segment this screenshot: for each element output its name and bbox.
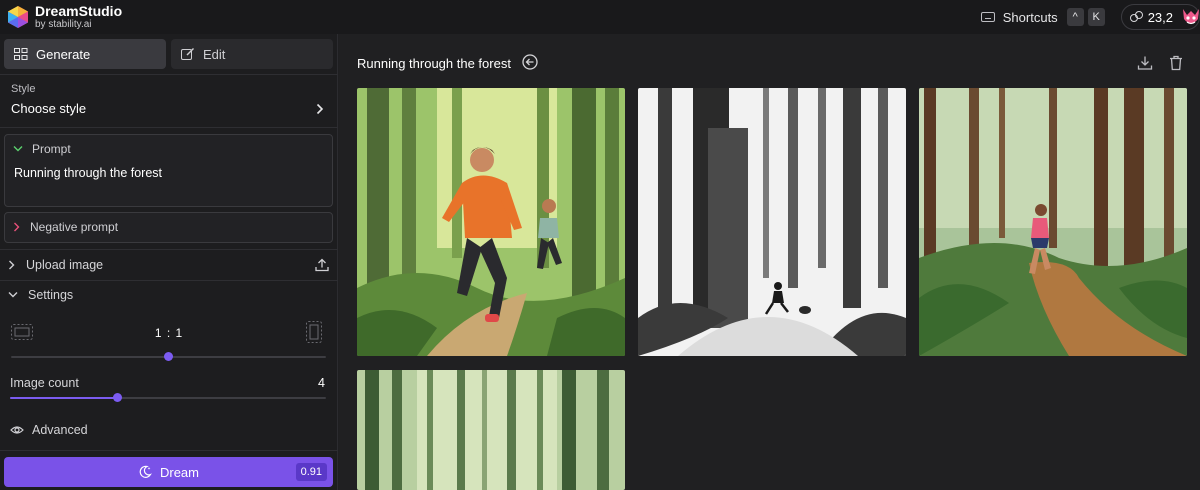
prompt-input[interactable]: Running through the forest (14, 166, 162, 180)
dreamstudio-logo-icon (8, 6, 28, 28)
generated-image-3-art (919, 88, 1187, 356)
aspect-ratio-slider-thumb[interactable] (164, 352, 173, 361)
negative-prompt-label: Negative prompt (30, 220, 119, 234)
edit-icon (181, 48, 194, 60)
chevron-right-icon (14, 222, 20, 232)
generated-image-4[interactable] (357, 370, 625, 490)
style-value: Choose style (11, 101, 87, 116)
coins-icon (1129, 11, 1144, 23)
top-bar: DreamStudio by stability.ai Shortcuts ^ … (0, 0, 1200, 34)
divider (0, 450, 338, 451)
prompt-panel: Prompt Running through the forest (4, 134, 333, 207)
negative-prompt-panel[interactable]: Negative prompt (4, 212, 333, 243)
tab-edit-label: Edit (203, 46, 226, 62)
avatar[interactable] (1179, 6, 1200, 30)
upload-icon[interactable] (315, 258, 329, 272)
grid-icon (14, 48, 28, 60)
generated-image-2-art (638, 88, 906, 356)
moon-icon (139, 465, 152, 478)
app-subtitle: by stability.ai (35, 19, 92, 30)
generation-title: Running through the forest (357, 56, 511, 71)
back-arrow-icon[interactable] (522, 54, 538, 70)
tab-generate-label: Generate (36, 46, 91, 62)
generated-image-2[interactable] (638, 88, 906, 356)
chevron-down-icon (8, 292, 18, 298)
credits-value: 23,2 (1147, 9, 1173, 25)
style-label: Style (11, 83, 36, 95)
shortcuts-button[interactable]: Shortcuts (1003, 10, 1058, 25)
generated-image-1-art (357, 88, 625, 356)
trash-icon[interactable] (1169, 55, 1183, 71)
generated-image-1[interactable] (357, 88, 625, 356)
app-logo[interactable]: DreamStudio by stability.ai (6, 4, 122, 30)
style-selector[interactable]: Style Choose style (0, 76, 338, 126)
upload-image-label: Upload image (26, 258, 104, 272)
shortcut-key-k: K (1087, 8, 1105, 26)
image-count-slider-thumb[interactable] (112, 393, 122, 402)
negative-prompt-toggle[interactable]: Negative prompt (13, 220, 118, 234)
tab-edit[interactable]: Edit (171, 39, 333, 69)
portrait-aspect-icon[interactable] (306, 321, 322, 343)
divider (0, 249, 338, 250)
advanced-label: Advanced (32, 423, 88, 437)
shortcut-key-ctrl: ^ (1066, 8, 1084, 26)
main-panel: Running through the forest (339, 34, 1200, 490)
settings-label: Settings (28, 288, 74, 302)
image-count-value: 4 (318, 376, 325, 390)
app-name: DreamStudio (35, 3, 123, 19)
dream-button-label: Dream (159, 464, 199, 480)
settings-row[interactable]: Settings (0, 281, 338, 309)
chevron-right-icon (9, 260, 15, 270)
tab-generate[interactable]: Generate (4, 39, 166, 69)
image-count-label: Image count (10, 376, 79, 390)
aspect-ratio-value: 1 : 1 (154, 326, 184, 340)
advanced-toggle[interactable]: Advanced (10, 423, 88, 437)
sidebar: Generate Edit Style Choose style Prompt … (0, 34, 338, 490)
chevron-down-icon (13, 146, 23, 152)
prompt-toggle[interactable]: Prompt (13, 142, 71, 156)
credits-badge[interactable]: 23,2 (1120, 4, 1200, 30)
image-count-slider-fill (10, 397, 118, 399)
prompt-label: Prompt (32, 142, 71, 156)
eye-icon (10, 426, 24, 434)
keyboard-icon (980, 12, 995, 22)
download-icon[interactable] (1137, 55, 1153, 71)
dream-button[interactable]: Dream 0.91 (4, 457, 333, 487)
chevron-right-icon (316, 103, 324, 115)
dream-cost-badge: 0.91 (295, 463, 327, 481)
divider (0, 127, 338, 128)
divider (0, 74, 338, 75)
upload-image-row[interactable]: Upload image (0, 251, 338, 279)
generated-image-3[interactable] (919, 88, 1187, 356)
generated-image-4-art (357, 370, 625, 490)
